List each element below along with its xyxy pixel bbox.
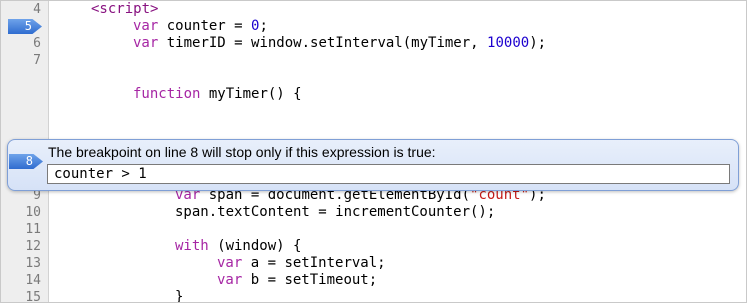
line-number[interactable]: 4: [1, 1, 41, 18]
code-line: 14 var b = setTimeout;: [1, 272, 746, 289]
breakpoint-marker[interactable]: 5: [8, 19, 42, 34]
breakpoint-condition-input[interactable]: [47, 164, 730, 184]
code-line: 4 <script>: [1, 1, 746, 18]
breakpoint-condition-popup: 8 The breakpoint on line 8 will stop onl…: [7, 139, 739, 191]
line-number[interactable]: 10: [1, 204, 41, 221]
code-text[interactable]: var b = setTimeout;: [217, 272, 377, 289]
line-number[interactable]: 14: [1, 272, 41, 289]
breakpoint-condition-message: The breakpoint on line 8 will stop only …: [48, 144, 436, 160]
line-number[interactable]: 15: [1, 289, 41, 302]
code-line: 15 }: [1, 289, 746, 302]
code-text[interactable]: var counter = 0;: [133, 18, 268, 35]
code-text[interactable]: function myTimer() {: [133, 86, 302, 103]
code-editor: 4 <script> 5 var counter = 0; 6 var time…: [0, 0, 747, 303]
code-text[interactable]: var timerID = window.setInterval(myTimer…: [133, 35, 546, 52]
breakpoint-marker[interactable]: 8: [9, 154, 43, 169]
line-number[interactable]: 7: [1, 52, 41, 69]
code-line: 7: [1, 52, 746, 69]
code-text[interactable]: <script>: [91, 1, 158, 18]
code-text[interactable]: var a = setInterval;: [217, 255, 386, 272]
code-line: function myTimer() {: [1, 86, 746, 103]
code-text[interactable]: span.textContent = incrementCounter();: [175, 204, 495, 221]
line-number[interactable]: 11: [1, 221, 41, 238]
code-line: 10 span.textContent = incrementCounter()…: [1, 204, 746, 221]
code-line: 11: [1, 221, 746, 238]
code-line: 12 with (window) {: [1, 238, 746, 255]
code-text[interactable]: }: [175, 289, 183, 302]
line-number[interactable]: 6: [1, 35, 41, 52]
code-text[interactable]: with (window) {: [175, 238, 301, 255]
code-line: 6 var timerID = window.setInterval(myTim…: [1, 35, 746, 52]
line-number[interactable]: 12: [1, 238, 41, 255]
line-number[interactable]: 13: [1, 255, 41, 272]
code-line: 13 var a = setInterval;: [1, 255, 746, 272]
code-line: 5 var counter = 0;: [1, 18, 746, 35]
